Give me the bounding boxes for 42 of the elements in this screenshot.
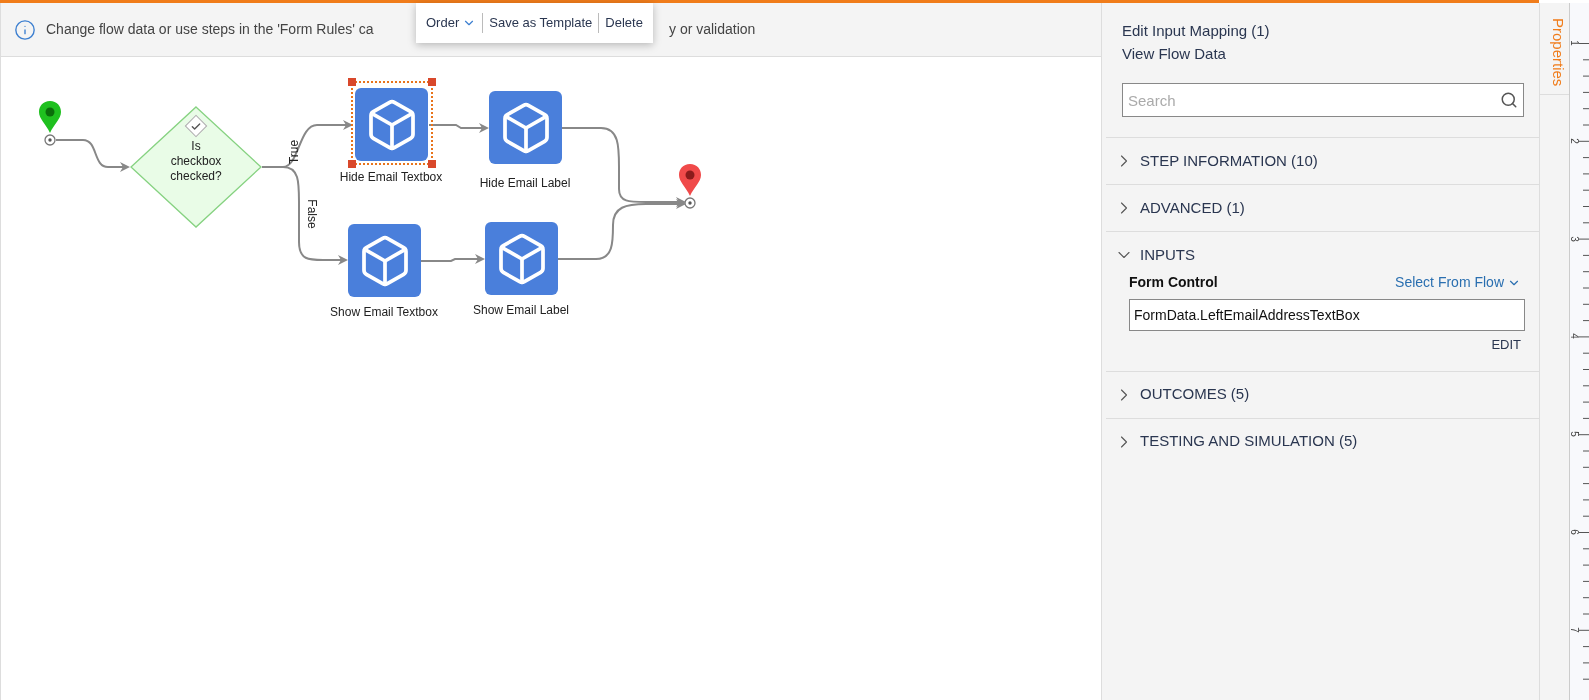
ruler-label: 5 [1568, 431, 1579, 437]
toolbar-button[interactable]: Order [426, 13, 477, 33]
step-node[interactable] [355, 88, 428, 161]
edit-link[interactable]: EDIT [1491, 335, 1521, 355]
section-header[interactable]: OUTCOMES (5) [1106, 371, 1250, 418]
resize-handle[interactable] [348, 160, 356, 168]
decision-diamond[interactable] [130, 106, 262, 228]
node-label: Hide Email Label [478, 176, 572, 191]
resize-handle[interactable] [428, 78, 436, 86]
resize-handle[interactable] [428, 160, 436, 168]
ruler-label: 3 [1568, 235, 1579, 242]
banner-text: y or validation [669, 20, 756, 39]
connector-label: False [303, 199, 320, 229]
toolbar-button[interactable]: Delete [605, 13, 643, 33]
input-field[interactable]: FormData.LeftEmailAddressTextBox [1129, 299, 1525, 331]
source-dropdown[interactable]: Select From Flow [1395, 272, 1525, 293]
node-label: Is checkbox checked? [169, 139, 223, 184]
start-pin-icon [37, 100, 63, 146]
search-icon [1500, 91, 1518, 109]
ruler-label: 2 [1568, 138, 1579, 144]
step-node[interactable] [485, 222, 558, 295]
info-icon [14, 18, 36, 41]
banner-text: Change flow data or use steps in the 'Form Rules' ca [46, 21, 374, 37]
resize-handle[interactable] [348, 78, 356, 86]
section-header[interactable]: TESTING AND SIMULATION (5) [1106, 418, 1358, 465]
panel-link[interactable]: View Flow Data [1122, 44, 1226, 63]
search-field[interactable]: Search [1122, 83, 1524, 117]
step-node[interactable] [489, 91, 562, 164]
ruler-label: 1 [1568, 40, 1579, 46]
connector-label: True [286, 139, 303, 165]
panel-link[interactable]: Edit Input Mapping (1) [1122, 21, 1270, 40]
node-label: Show Email Label [471, 303, 571, 318]
node-label: Hide Email Textbox [338, 170, 444, 185]
section-header[interactable]: ADVANCED (1) [1106, 185, 1245, 231]
section-header[interactable]: STEP INFORMATION (10) [1106, 138, 1318, 184]
node-label: Show Email Textbox [329, 305, 439, 320]
step-node[interactable] [348, 224, 421, 297]
ruler-label: 7 [1568, 627, 1579, 633]
end-pin-icon [677, 163, 703, 209]
ruler-label: 4 [1568, 333, 1579, 340]
toolbar-button[interactable]: Save as Template [489, 13, 593, 33]
ruler-label: 6 [1568, 529, 1579, 535]
